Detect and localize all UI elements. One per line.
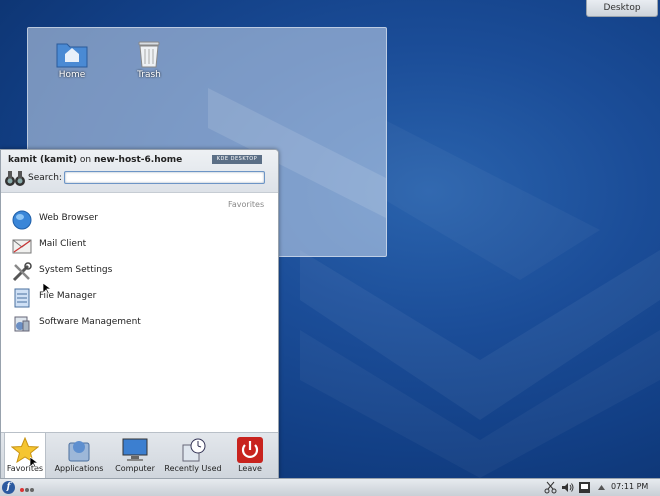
launcher-glyph: f [6,482,11,492]
tab-leave[interactable]: Leave [230,433,270,479]
kde-desktop-logo: KDE DESKTOP [212,155,262,164]
bottom-panel: f 07:11 PM [0,478,660,496]
tab-recently-used[interactable]: Recently Used [164,433,222,479]
scissors-icon[interactable] [544,481,557,494]
tab-label: Computer [115,464,155,473]
mail-icon [12,239,32,254]
tab-computer[interactable]: Computer [113,433,157,479]
expand-tray-icon[interactable] [595,481,608,494]
favorite-mail-client[interactable]: Mail Client [11,234,266,258]
volume-icon[interactable] [561,481,574,494]
tab-label: Applications [54,464,104,473]
desktop-icon-label: Home [58,70,86,80]
application-launcher-button[interactable]: f [2,481,15,494]
computer-icon [122,438,148,461]
network-icon[interactable] [578,481,591,494]
user-info: kamit (kamit) on new-host-6.home [8,155,182,165]
kickoff-menu: kamit (kamit) on new-host-6.home KDE DES… [0,149,279,480]
desktop-icon-trash[interactable]: Trash [119,40,179,80]
tab-label: Recently Used [164,464,222,473]
desktop-icon-label: Trash [137,70,161,80]
logo-left-text: KDE [216,156,229,162]
favorite-label: Software Management [39,317,141,327]
favorite-label: System Settings [39,265,113,275]
virtual-desktop-pager[interactable] [20,485,35,495]
clock-icon [182,438,206,462]
desktop-toolbox-label: Desktop [603,3,641,13]
globe-icon [12,210,32,230]
applications-icon [68,441,90,462]
desktop-toolbox-button[interactable]: Desktop [586,0,658,17]
tab-applications[interactable]: Applications [53,433,105,479]
power-icon [237,437,263,463]
home-folder-icon [56,43,88,68]
user-on: on [79,155,92,165]
tab-favorites[interactable]: Favorites [4,433,46,480]
logo-right-text: DESKTOP [230,156,258,162]
search-label: Search: [28,173,62,183]
kickoff-tab-bar: Favorites Applications Computer Recently… [1,432,278,480]
file-manager-icon [14,288,30,308]
mouse-cursor-icon [30,457,38,469]
favorite-label: Mail Client [39,239,87,249]
settings-icon [12,262,32,282]
host-name: new-host-6.home [93,155,183,165]
desktop-icon-home[interactable]: Home [42,40,102,80]
clock[interactable]: 07:11 PM [611,482,648,491]
binoculars-icon [5,171,25,186]
user-name: kamit (kamit) [8,155,78,165]
favorite-web-browser[interactable]: Web Browser [11,208,266,232]
favorite-software-management[interactable]: Software Management [11,312,266,336]
favorite-label: Web Browser [39,213,98,223]
search-input[interactable] [64,171,265,184]
mouse-cursor-icon [43,283,51,295]
software-icon [14,316,30,332]
tab-label: Leave [238,464,262,473]
favorite-system-settings[interactable]: System Settings [11,260,266,284]
kickoff-header: kamit (kamit) on new-host-6.home KDE DES… [1,150,278,193]
trash-icon [138,41,160,68]
